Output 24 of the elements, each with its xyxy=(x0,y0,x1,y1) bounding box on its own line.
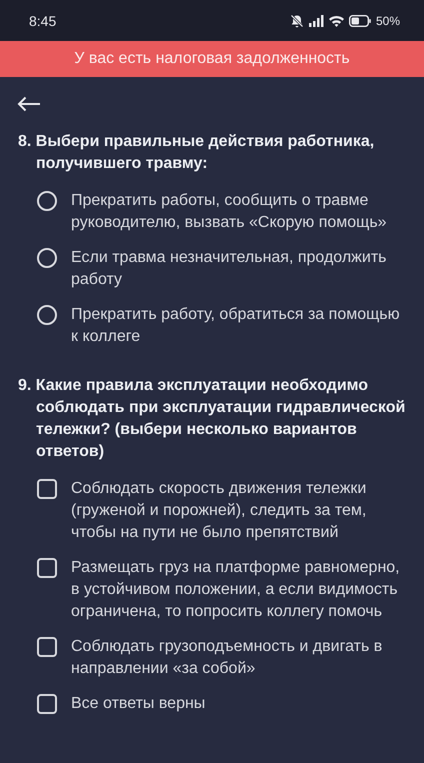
radio-button[interactable] xyxy=(37,191,57,211)
answer-option[interactable]: Прекратить работы, сообщить о травме руководителю, вызвать «Скорую помощь» xyxy=(71,190,410,234)
answer-option[interactable]: Соблюдать скорость движения тележки (груженой и порожней), следить за тем, чтобы на пути не было препятствий xyxy=(71,478,410,544)
answer-option[interactable]: Если травма незначительная, продолжить работу xyxy=(71,247,410,291)
answer-option[interactable]: Прекратить работу, обратиться за помощью к коллеге xyxy=(71,304,410,348)
answer-option[interactable]: Размещать груз на платформе равномерно, в устойчивом положении, а если видимость ограничена, то попросить коллегу помочь xyxy=(71,557,410,623)
battery-percent: 50% xyxy=(376,14,400,28)
banner-text: У вас есть налоговая задолженность xyxy=(74,50,350,68)
back-arrow-icon[interactable] xyxy=(17,96,41,112)
answer-option[interactable]: Соблюдать грузоподъемность и двигать в направлении «за собой» xyxy=(71,636,410,680)
checkbox[interactable] xyxy=(37,479,57,499)
answer-option[interactable]: Все ответы верны xyxy=(71,693,410,715)
signal-icon xyxy=(308,14,324,26)
wifi-icon xyxy=(328,14,344,26)
battery-icon xyxy=(348,14,371,26)
bell-off-icon xyxy=(290,14,304,28)
radio-button[interactable] xyxy=(37,248,57,268)
checkbox[interactable] xyxy=(37,694,57,714)
question-text: 8. Выбери правильные действия работника, получившего травму: xyxy=(18,132,376,174)
radio-button[interactable] xyxy=(37,305,57,325)
checkbox[interactable] xyxy=(37,637,57,657)
question-text: 9. Какие правила эксплуатации необходимо соблюдать при эксплуатации гидравлической тележки? (выбери несколько вариантов ответов) xyxy=(18,376,406,462)
checkbox[interactable] xyxy=(37,558,57,578)
status-time: 8:45 xyxy=(29,12,56,28)
